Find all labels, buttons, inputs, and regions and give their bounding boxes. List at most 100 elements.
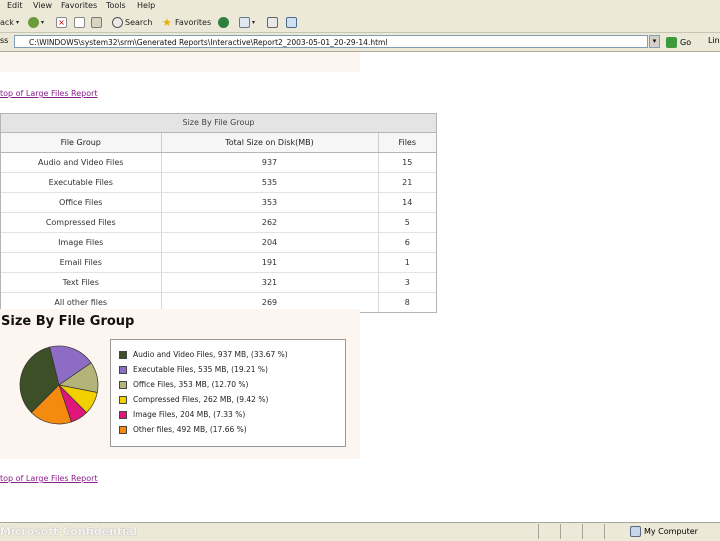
legend-item: Other files, 492 MB, (17.66 %) [119, 425, 247, 434]
go-button[interactable]: Go [666, 35, 691, 49]
media-button[interactable] [218, 15, 229, 29]
refresh-icon [74, 16, 85, 28]
status-pane [560, 524, 581, 539]
cell-files: 15 [378, 152, 436, 173]
table-row: Audio and Video Files 937 15 [1, 152, 436, 173]
edit-icon [286, 16, 297, 28]
cell-total-size: 353 [161, 192, 379, 213]
address-dropdown-button[interactable]: ▾ [649, 35, 660, 48]
cell-file-group: Text Files [1, 272, 162, 293]
cell-files: 1 [378, 252, 436, 273]
menu-view[interactable]: View [33, 1, 52, 10]
favorites-button[interactable]: ★ Favorites [162, 15, 211, 29]
cell-file-group: Audio and Video Files [1, 152, 162, 173]
legend-swatch [119, 410, 127, 419]
security-zone: My Computer [630, 526, 698, 537]
go-arrow-icon [666, 36, 677, 48]
search-icon [112, 16, 123, 28]
legend-label: Image Files, 204 MB, (7.33 %) [133, 410, 246, 419]
cell-file-group: Image Files [1, 232, 162, 253]
security-zone-label: My Computer [644, 527, 698, 536]
column-header-files: Files [378, 133, 436, 153]
home-button[interactable] [91, 15, 102, 29]
previous-section-box [0, 52, 360, 72]
home-icon [91, 16, 102, 28]
table-row: Image Files 204 6 [1, 232, 436, 253]
table-row: Office Files 353 14 [1, 192, 436, 213]
status-pane [604, 524, 627, 539]
search-button-label: Search [125, 17, 153, 27]
links-label[interactable]: Lin [708, 36, 720, 45]
top-of-report-link[interactable]: top of Large Files Report [0, 89, 98, 98]
menu-help[interactable]: Help [137, 1, 155, 10]
chevron-down-icon: ▾ [15, 18, 19, 26]
cell-files: 14 [378, 192, 436, 213]
cell-files: 5 [378, 212, 436, 233]
back-button[interactable]: ack ▾ [0, 15, 19, 29]
refresh-button[interactable] [74, 15, 85, 29]
legend-item: Executable Files, 535 MB, (19.21 %) [119, 365, 268, 374]
legend-item: Image Files, 204 MB, (7.33 %) [119, 410, 245, 419]
legend-label: Audio and Video Files, 937 MB, (33.67 %) [133, 350, 288, 359]
edit-button[interactable] [286, 15, 297, 29]
page-content: top of Large Files Report Size By File G… [0, 52, 720, 522]
column-header-file-group: File Group [1, 133, 162, 153]
cell-total-size: 321 [161, 272, 379, 293]
table-header-row: File Group Total Size on Disk(MB) Files [1, 133, 436, 153]
stop-button[interactable]: × [56, 15, 67, 29]
star-icon: ★ [162, 15, 172, 29]
cell-files: 8 [404, 298, 410, 307]
cell-file-group: Office Files [1, 192, 162, 213]
legend-label: Compressed Files, 262 MB, (9.42 %) [133, 395, 269, 404]
back-button-label: ack [0, 17, 14, 27]
cell-file-group: Compressed Files [1, 212, 162, 233]
legend-swatch [119, 425, 127, 434]
table-row: Compressed Files 262 5 [1, 212, 436, 233]
favorites-button-label: Favorites [175, 17, 212, 27]
menu-favorites[interactable]: Favorites [61, 1, 97, 10]
cell-files: 6 [378, 232, 436, 253]
media-icon [218, 16, 229, 28]
forward-button[interactable]: ▾ [28, 15, 44, 29]
chevron-down-icon: ▾ [41, 18, 45, 26]
status-pane [582, 524, 603, 539]
cell-files: 21 [378, 172, 436, 193]
chevron-down-icon: ▾ [252, 18, 256, 26]
menu-bar: Edit View Favorites Tools Help [0, 0, 720, 14]
computer-icon [630, 526, 641, 537]
cell-total-size: 204 [161, 232, 379, 253]
status-pane [538, 524, 559, 539]
menu-edit[interactable]: Edit [7, 1, 23, 10]
legend-item: Compressed Files, 262 MB, (9.42 %) [119, 395, 268, 404]
legend-item: Audio and Video Files, 937 MB, (33.67 %) [119, 350, 288, 359]
size-by-file-group-table: Size By File Group File Group Total Size… [0, 113, 437, 313]
print-button[interactable] [267, 15, 278, 29]
cell-total-size: 937 [161, 152, 379, 173]
pie-chart [19, 345, 99, 425]
legend-swatch [119, 365, 127, 374]
legend-label: Other files, 492 MB, (17.66 %) [133, 425, 247, 434]
cell-file-group: Executable Files [1, 172, 162, 193]
chart-legend: Audio and Video Files, 937 MB, (33.67 %)… [110, 339, 346, 447]
mail-icon [239, 16, 250, 28]
go-button-label: Go [680, 37, 692, 47]
cell-total-size: 262 [161, 212, 379, 233]
forward-arrow-icon [28, 16, 39, 28]
search-button[interactable]: Search [112, 15, 152, 29]
legend-swatch [119, 350, 127, 359]
table-row: Executable Files 535 21 [1, 172, 436, 193]
address-input[interactable]: C:\WINDOWS\system32\srm\Generated Report… [14, 35, 648, 48]
status-text: Microsoft Confidential [0, 525, 138, 538]
table-caption: Size By File Group [1, 114, 436, 133]
stop-icon: × [56, 16, 67, 28]
chart-title: Size By File Group [1, 314, 135, 329]
address-bar: ss C:\WINDOWS\system32\srm\Generated Rep… [0, 33, 720, 52]
cell-total-size: 535 [161, 172, 379, 193]
mail-button[interactable]: ▾ [239, 15, 255, 29]
legend-label: Executable Files, 535 MB, (19.21 %) [133, 365, 268, 374]
top-of-report-link-bottom[interactable]: top of Large Files Report [0, 474, 98, 483]
address-label: ss [0, 36, 9, 45]
print-icon [267, 16, 278, 28]
menu-tools[interactable]: Tools [106, 1, 126, 10]
legend-swatch [119, 395, 127, 404]
